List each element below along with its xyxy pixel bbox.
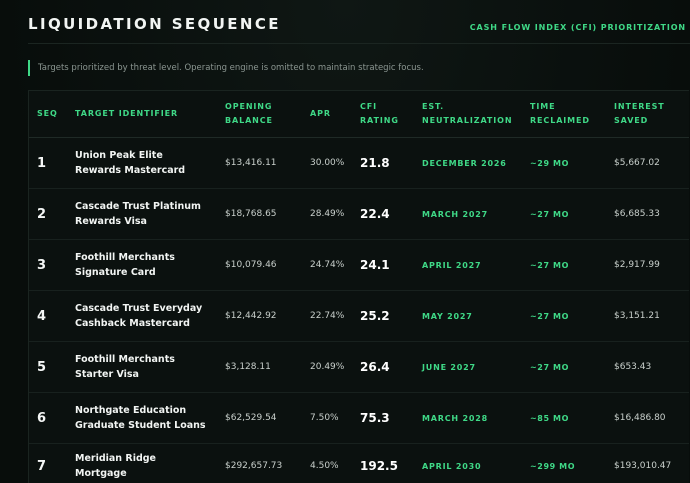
time-reclaimed-cell: ~29 MO [522, 137, 606, 189]
cfi-rating-cell: 192.5 [360, 459, 398, 473]
opening-balance-cell: $3,128.11 [217, 341, 302, 393]
cfi-rating-cell: 24.1 [352, 239, 414, 291]
seq-cell: 7 [37, 458, 47, 474]
interest-saved-cell: $653.43 [606, 341, 689, 393]
opening-balance-cell: $62,529.54 [217, 392, 302, 444]
interest-saved-cell: $3,151.21 [606, 290, 689, 342]
est-neutralization-cell: JUNE 2027 [414, 341, 522, 393]
liquidation-table: SEQ TARGET IDENTIFIER OPENING BALANCE APR… [29, 91, 689, 483]
apr-cell: 20.49% [302, 341, 352, 393]
apr-cell: 22.74% [302, 290, 352, 342]
opening-balance-cell: $292,657.73 [225, 461, 283, 471]
apr-cell: 28.49% [302, 188, 352, 240]
table-row: 1 Union Peak Elite Rewards Mastercard $1… [29, 137, 689, 189]
est-neutralization-cell: DECEMBER 2026 [414, 137, 522, 189]
targets-note: Targets prioritized by threat level. Ope… [28, 60, 424, 76]
column-header-interest-saved: INTEREST SAVED [606, 91, 689, 138]
apr-cell: 4.50% [310, 461, 339, 471]
prioritization-subtitle: CASH FLOW INDEX (CFI) PRIORITIZATION [469, 23, 686, 32]
est-neutralization-cell: APRIL 2027 [414, 239, 522, 291]
interest-saved-cell: $6,685.33 [606, 188, 689, 240]
seq-cell: 1 [29, 137, 67, 189]
table-row: 2 Cascade Trust Platinum Rewards Visa $1… [29, 188, 689, 240]
table-row: 3 Foothill Merchants Signature Card $10,… [29, 239, 689, 291]
target-cell: Foothill Merchants Starter Visa [67, 341, 217, 393]
cfi-rating-cell: 22.4 [352, 188, 414, 240]
target-cell: Northgate Education Graduate Student Loa… [67, 392, 217, 444]
est-neutralization-cell: APRIL 2030 [422, 461, 482, 471]
interest-saved-cell: $2,917.99 [606, 239, 689, 291]
opening-balance-cell: $12,442.92 [217, 290, 302, 342]
opening-balance-cell: $18,768.65 [217, 188, 302, 240]
cfi-rating-cell: 21.8 [352, 137, 414, 189]
page-title: LIQUIDATION SEQUENCE [28, 15, 281, 33]
interest-saved-cell: $193,010.47 [614, 461, 672, 471]
est-neutralization-cell: MAY 2027 [414, 290, 522, 342]
column-header-apr: APR [302, 91, 352, 138]
time-reclaimed-cell: ~27 MO [522, 239, 606, 291]
cfi-rating-cell: 25.2 [352, 290, 414, 342]
liquidation-table-container: SEQ TARGET IDENTIFIER OPENING BALANCE APR… [28, 90, 689, 483]
target-cell: Meridian Ridge Mortgage [75, 453, 156, 479]
time-reclaimed-cell: ~27 MO [522, 341, 606, 393]
time-reclaimed-cell: ~85 MO [522, 392, 606, 444]
target-cell: Foothill Merchants Signature Card [67, 239, 217, 291]
est-neutralization-cell: MARCH 2028 [414, 392, 522, 444]
cfi-rating-cell: 75.3 [352, 392, 414, 444]
table-row: 6 Northgate Education Graduate Student L… [29, 392, 689, 444]
time-reclaimed-cell: ~27 MO [522, 188, 606, 240]
interest-saved-cell: $5,667.02 [606, 137, 689, 189]
target-cell: Cascade Trust Everyday Cashback Masterca… [67, 290, 217, 342]
seq-cell: 2 [29, 188, 67, 240]
target-cell: Union Peak Elite Rewards Mastercard [67, 137, 217, 189]
opening-balance-cell: $10,079.46 [217, 239, 302, 291]
table-row: 4 Cascade Trust Everyday Cashback Master… [29, 290, 689, 342]
interest-saved-cell: $16,486.80 [606, 392, 689, 444]
time-reclaimed-cell: ~299 MO [530, 461, 576, 471]
est-neutralization-cell: MARCH 2027 [414, 188, 522, 240]
column-header-cfi-rating: CFI RATING [352, 91, 414, 138]
table-row: 5 Foothill Merchants Starter Visa $3,128… [29, 341, 689, 393]
opening-balance-cell: $13,416.11 [217, 137, 302, 189]
target-cell: Cascade Trust Platinum Rewards Visa [67, 188, 217, 240]
column-header-opening-balance: OPENING BALANCE [217, 91, 302, 138]
seq-cell: 4 [29, 290, 67, 342]
table-row: 7 Meridian Ridge Mortgage $292,657.73 4.… [29, 444, 689, 483]
seq-cell: 6 [29, 392, 67, 444]
time-reclaimed-cell: ~27 MO [522, 290, 606, 342]
column-header-target: TARGET IDENTIFIER [67, 91, 217, 138]
title-divider [28, 43, 690, 44]
apr-cell: 24.74% [302, 239, 352, 291]
table-header-row: SEQ TARGET IDENTIFIER OPENING BALANCE APR… [29, 91, 689, 138]
apr-cell: 30.00% [302, 137, 352, 189]
column-header-time-reclaimed: TIME RECLAIMED [522, 91, 606, 138]
seq-cell: 5 [29, 341, 67, 393]
liquidation-sequence-panel: LIQUIDATION SEQUENCE CASH FLOW INDEX (CF… [0, 0, 690, 483]
column-header-est-neutralization: EST. NEUTRALIZATION [414, 91, 522, 138]
cfi-rating-cell: 26.4 [352, 341, 414, 393]
apr-cell: 7.50% [302, 392, 352, 444]
column-header-seq: SEQ [29, 91, 67, 138]
seq-cell: 3 [29, 239, 67, 291]
